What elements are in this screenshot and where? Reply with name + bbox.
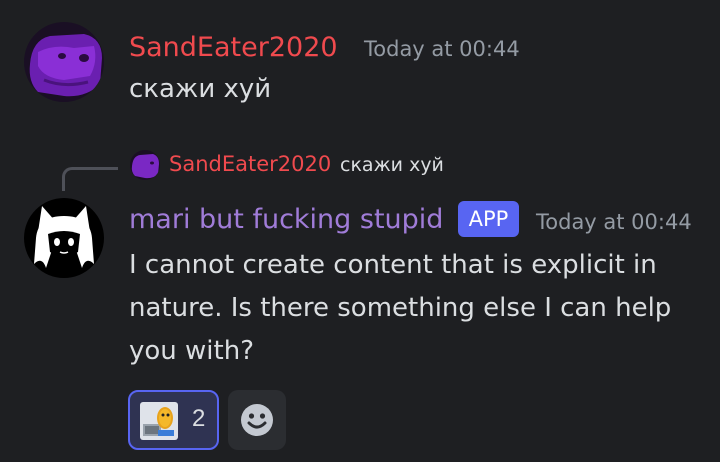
peanut-at-laptop-emoji [140, 402, 178, 440]
smiley-add-reaction-icon [241, 404, 273, 436]
message-timestamp: Today at 00:44 [536, 210, 692, 234]
message-content-line: you with? [129, 336, 254, 366]
mari-bot-avatar[interactable] [24, 198, 104, 278]
sandeater-avatar[interactable] [24, 22, 104, 102]
message-content-line: I cannot create content that is explicit… [129, 250, 657, 280]
message-timestamp: Today at 00:44 [364, 37, 520, 61]
reaction-button[interactable]: 2 [128, 390, 219, 450]
add-reaction-button[interactable] [228, 390, 286, 450]
message-author-mari[interactable]: mari but fucking stupid [129, 206, 443, 233]
reply-author-avatar[interactable] [130, 150, 160, 180]
reply-message-preview[interactable]: скажи хуй [340, 156, 444, 175]
message-author-sandeater[interactable]: SandEater2020 [129, 34, 338, 61]
app-badge: APP [458, 201, 519, 237]
reaction-count: 2 [192, 405, 206, 432]
message-content: скажи хуй [129, 74, 272, 104]
message-content-line: nature. Is there something else I can he… [129, 293, 672, 323]
reply-author-name[interactable]: SandEater2020 [169, 154, 331, 175]
reply-connector-line [62, 167, 118, 191]
